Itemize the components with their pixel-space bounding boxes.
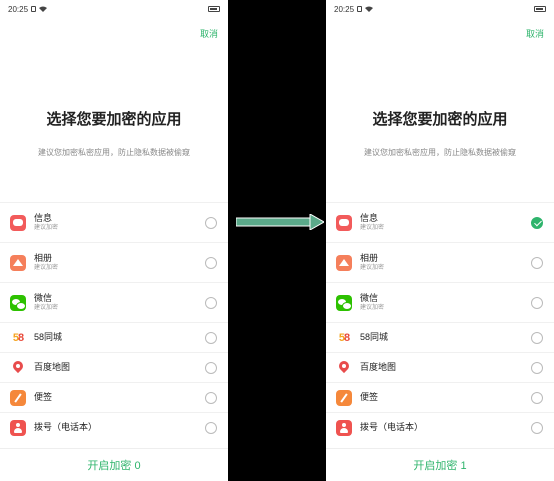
app-name: 相册 [34, 252, 53, 263]
sim-icon [31, 6, 37, 12]
baidu-map-icon [336, 359, 352, 376]
app-recommendation: 建议加密 [360, 304, 385, 311]
page-title: 选择您要加密的应用 [46, 111, 182, 128]
app-row-baidu-map[interactable]: 百度地图 [0, 352, 228, 382]
bottom-bar: 开启加密 1 [326, 448, 554, 481]
bottom-bar: 开启加密 0 [0, 448, 228, 481]
enable-encryption-button[interactable]: 开启加密 1 [413, 457, 466, 473]
app-recommendation: 建议加密 [360, 264, 385, 271]
screen-after: 20:25 取消 选择您要加密的应用 建议您加密私密应用，防止隐私数据被偷窥 信… [326, 0, 554, 481]
gallery-icon [336, 254, 352, 271]
cancel-button[interactable]: 取消 [526, 27, 544, 40]
app-row-dialer[interactable]: 拨号（电话本） [0, 412, 228, 442]
app-recommendation: 建议加密 [360, 224, 385, 231]
app-name: 便签 [360, 392, 379, 402]
app-name: 拨号（电话本） [360, 422, 424, 432]
gallery-icon [10, 254, 26, 271]
app-name: 微信 [34, 292, 53, 303]
select-radio-checked[interactable] [531, 216, 543, 229]
app-recommendation: 建议加密 [34, 304, 59, 311]
wifi-icon [39, 6, 48, 12]
app-row-58tongcheng[interactable]: 58 58同城 [0, 322, 228, 352]
select-radio[interactable] [531, 391, 543, 404]
app-row-notes[interactable]: 便签 [0, 382, 228, 412]
baidu-map-icon [10, 359, 26, 376]
sim-icon [357, 6, 363, 12]
select-radio[interactable] [531, 256, 543, 269]
notes-icon [336, 389, 352, 406]
app-name: 百度地图 [360, 362, 397, 372]
select-radio[interactable] [205, 361, 217, 374]
wechat-icon [336, 294, 352, 311]
app-name: 58同城 [360, 332, 389, 342]
status-bar: 20:25 [8, 3, 220, 15]
app-list: 信息建议加密 相册建议加密 微信建议加密 58 58同城 百度地图 便签 [0, 202, 228, 442]
status-time: 20:25 [8, 4, 29, 14]
app-row-gallery[interactable]: 相册 建议加密 [0, 242, 228, 282]
select-radio[interactable] [205, 296, 217, 309]
app-row-wechat[interactable]: 微信 建议加密 [326, 282, 554, 322]
page-title: 选择您要加密的应用 [372, 111, 508, 128]
select-radio[interactable] [531, 421, 543, 434]
app-row-messages[interactable]: 信息 建议加密 [326, 202, 554, 242]
app-row-58tongcheng[interactable]: 58 58同城 [326, 322, 554, 352]
app-row-dialer[interactable]: 拨号（电话本） [326, 412, 554, 442]
app-name: 微信 [360, 292, 379, 303]
select-radio[interactable] [531, 296, 543, 309]
app-recommendation: 建议加密 [34, 224, 59, 231]
app-row-wechat[interactable]: 微信 建议加密 [0, 282, 228, 322]
58tongcheng-icon: 58 [10, 329, 26, 346]
app-row-gallery[interactable]: 相册 建议加密 [326, 242, 554, 282]
select-radio[interactable] [205, 256, 217, 269]
app-row-notes[interactable]: 便签 [326, 382, 554, 412]
transition-arrow-icon [236, 214, 324, 230]
enable-encryption-button[interactable]: 开启加密 0 [87, 457, 140, 473]
app-name: 信息 [360, 212, 379, 223]
58tongcheng-icon: 58 [336, 329, 352, 346]
battery-icon [208, 6, 220, 12]
notes-icon [10, 389, 26, 406]
app-name: 便签 [34, 392, 53, 402]
app-row-messages[interactable]: 信息 建议加密 [0, 202, 228, 242]
select-radio[interactable] [205, 216, 217, 229]
app-list: 信息建议加密 相册建议加密 微信建议加密 58 58同城 百度地图 便签 [326, 202, 554, 442]
select-radio[interactable] [205, 331, 217, 344]
battery-icon [534, 6, 546, 12]
app-recommendation: 建议加密 [34, 264, 59, 271]
select-radio[interactable] [205, 421, 217, 434]
app-row-baidu-map[interactable]: 百度地图 [326, 352, 554, 382]
app-name: 百度地图 [34, 362, 71, 372]
select-radio[interactable] [531, 331, 543, 344]
app-name: 拨号（电话本） [34, 422, 98, 432]
screen-before: 20:25 取消 选择您要加密的应用 建议您加密私密应用，防止隐私数据被偷窥 信… [0, 0, 228, 481]
status-time: 20:25 [334, 4, 355, 14]
dialer-icon [336, 419, 352, 436]
app-name: 58同城 [34, 332, 63, 342]
wechat-icon [10, 294, 26, 311]
select-radio[interactable] [531, 361, 543, 374]
messages-icon [336, 214, 352, 231]
page-subtitle: 建议您加密私密应用，防止隐私数据被偷窥 [364, 148, 516, 157]
app-name: 信息 [34, 212, 53, 223]
messages-icon [10, 214, 26, 231]
app-name: 相册 [360, 252, 379, 263]
dialer-icon [10, 419, 26, 436]
page-subtitle: 建议您加密私密应用，防止隐私数据被偷窥 [38, 148, 190, 157]
cancel-button[interactable]: 取消 [200, 27, 218, 40]
wifi-icon [365, 6, 374, 12]
select-radio[interactable] [205, 391, 217, 404]
status-bar: 20:25 [334, 3, 546, 15]
